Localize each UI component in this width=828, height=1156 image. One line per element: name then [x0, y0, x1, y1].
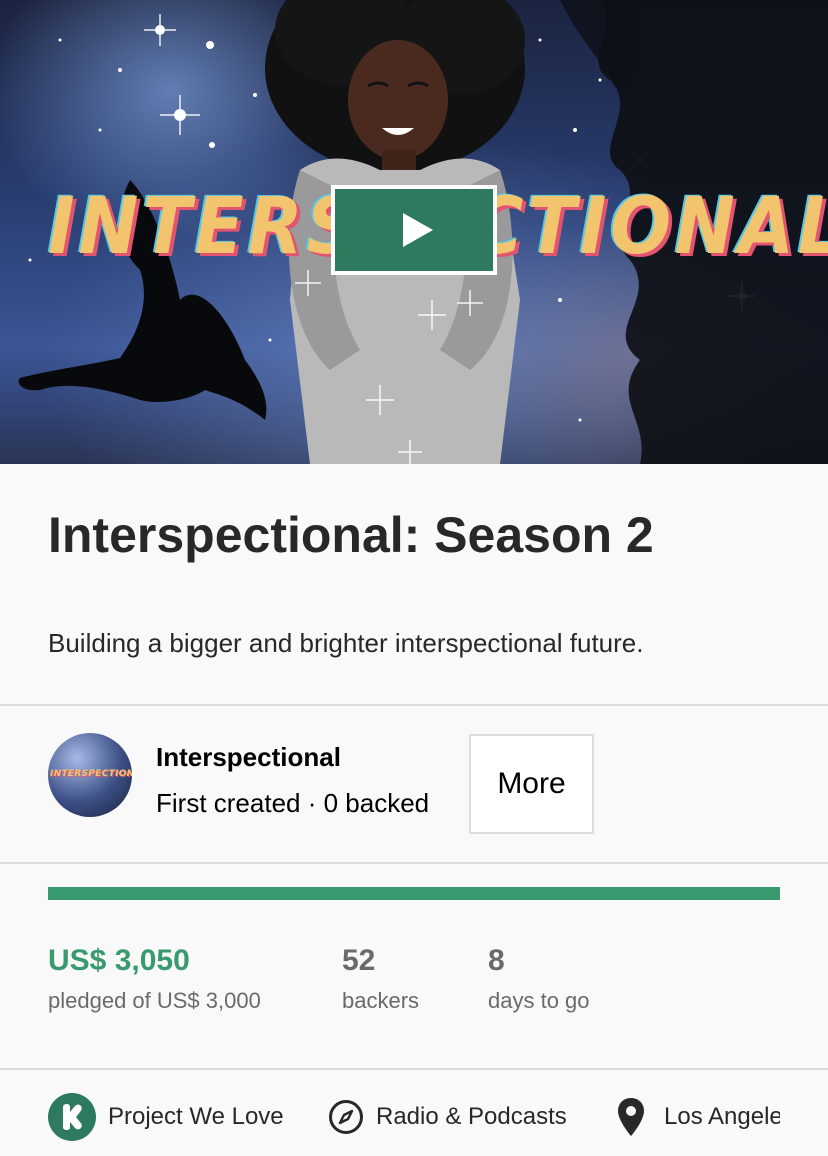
project-title: Interspectional: Season 2: [48, 507, 654, 563]
category-label: Radio & Podcasts: [376, 1103, 567, 1130]
days-remaining: 8: [488, 944, 505, 977]
kickstarter-k-icon: [48, 1093, 96, 1141]
location-label: Los Angeles: [664, 1103, 780, 1130]
location-pin-icon: [616, 1097, 646, 1137]
funding-progress-bar: [48, 887, 780, 900]
more-button[interactable]: More: [469, 734, 594, 834]
play-icon: [403, 213, 433, 247]
backers-count: 52: [342, 944, 376, 977]
project-we-love-label: Project We Love: [108, 1103, 284, 1130]
divider: [0, 704, 828, 706]
creator-avatar[interactable]: INTERSPECTIONAL: [48, 733, 132, 817]
pledged-label: pledged of US$ 3,000: [48, 988, 261, 1013]
play-video-button[interactable]: [331, 185, 497, 275]
funding-progress-fill: [48, 887, 780, 900]
project-blurb: Building a bigger and brighter interspec…: [48, 628, 644, 658]
divider: [0, 862, 828, 864]
pledged-amount: US$ 3,050: [48, 944, 190, 977]
days-label: days to go: [488, 988, 590, 1013]
divider: [0, 1068, 828, 1070]
location-link[interactable]: Los Angeles: [616, 1094, 780, 1140]
project-we-love-badge[interactable]: Project We Love: [48, 1093, 284, 1141]
category-link[interactable]: Radio & Podcasts: [328, 1094, 567, 1140]
creator-stats: First created · 0 backed: [156, 788, 430, 818]
avatar-logo-text: INTERSPECTIONAL: [50, 769, 132, 779]
backers-label: backers: [342, 988, 420, 1013]
compass-icon: [328, 1099, 364, 1135]
project-video[interactable]: INTERSPECTIONAL: [0, 0, 828, 464]
creator-name[interactable]: Interspectional: [156, 742, 341, 773]
